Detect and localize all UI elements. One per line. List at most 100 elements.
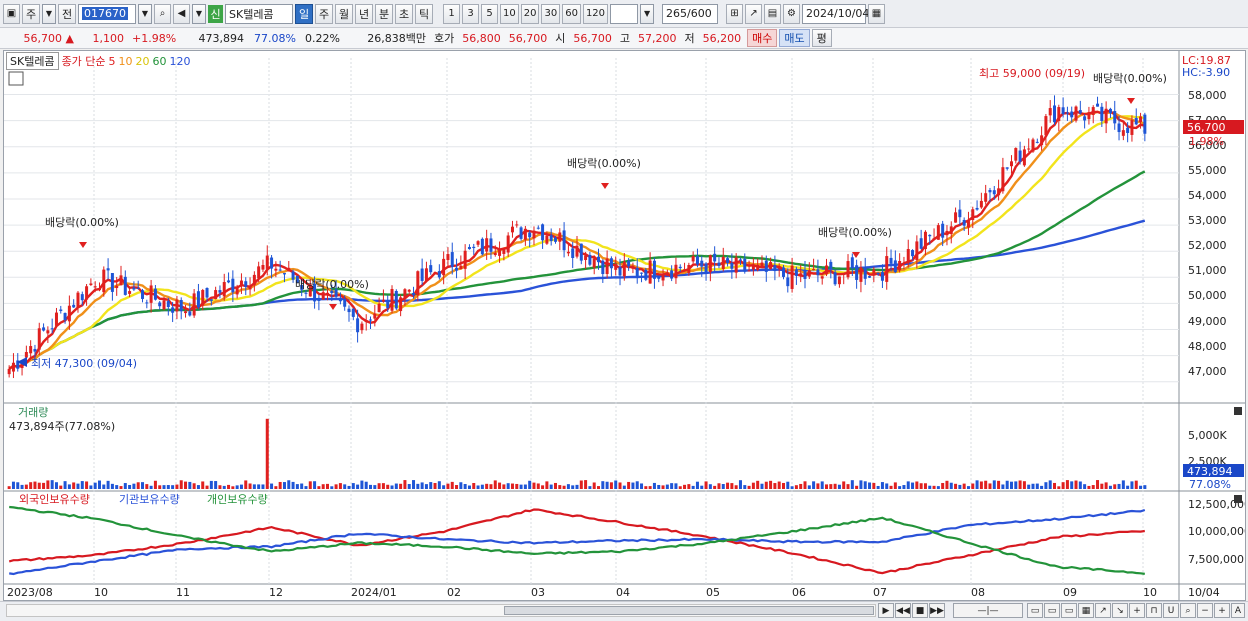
zoom-out-icon[interactable]: −	[1197, 603, 1213, 618]
candle-body	[923, 231, 927, 250]
volume-bar	[588, 486, 592, 489]
volume-bar	[979, 481, 983, 489]
font-size-icon[interactable]: A	[1231, 603, 1245, 618]
close-icon[interactable]	[1234, 407, 1242, 415]
volume-bar	[248, 483, 252, 489]
tab-yearly[interactable]: 년	[355, 3, 373, 24]
tab-second[interactable]: 초	[395, 3, 413, 24]
speaker-icon[interactable]: ◀	[173, 3, 190, 24]
chevron-down-icon[interactable]: ▼	[192, 3, 206, 24]
legend-ma-5[interactable]: 5	[109, 55, 116, 68]
candle-body	[966, 221, 970, 228]
volume-bar	[11, 481, 15, 489]
stock-chart-svg[interactable]: 배당락(0.00%) 배당락(0.00%) 배당락(0.00%) 배당락(0.00%)…	[4, 51, 1248, 601]
legend-ma-120[interactable]: 120	[170, 55, 191, 68]
tab-tick[interactable]: 틱	[415, 3, 433, 24]
interval-60[interactable]: 60	[562, 3, 581, 24]
period-toggle[interactable]: 주	[22, 3, 40, 24]
ruler-icon[interactable]: ⊓	[1146, 603, 1162, 618]
legend-ma-label[interactable]: 종가 단순	[62, 53, 106, 69]
candle-body	[459, 265, 463, 270]
search-icon[interactable]: ⌕	[154, 3, 171, 24]
legend-ma-10[interactable]: 10	[119, 55, 133, 68]
count-field[interactable]: 265/600	[662, 3, 719, 24]
custom-interval-input[interactable]	[610, 3, 639, 24]
volume-bar	[1005, 480, 1009, 489]
volume-bar	[257, 484, 261, 489]
legend-ma-20[interactable]: 20	[136, 55, 150, 68]
volume-bar	[386, 484, 390, 489]
candle-body	[1108, 108, 1112, 114]
candle-body	[850, 257, 854, 269]
scrollbar-thumb[interactable]	[504, 606, 874, 615]
volume-bar	[1022, 481, 1026, 489]
volume-bar	[46, 480, 50, 489]
candle-body	[962, 219, 966, 226]
interval-3[interactable]: 3	[462, 3, 479, 24]
draw-cross-icon[interactable]: +	[1129, 603, 1145, 618]
zoom-slider[interactable]: —|—	[953, 603, 1023, 618]
draw-tool-icon[interactable]: ↗	[745, 3, 763, 24]
candle-body	[790, 265, 794, 289]
volume-bar	[67, 484, 71, 489]
window-icon[interactable]: ▣	[3, 3, 20, 24]
candle-body	[738, 259, 742, 261]
candle-body	[179, 299, 183, 312]
interval-120[interactable]: 120	[582, 3, 609, 24]
chevron-down-icon[interactable]: ▼	[138, 3, 152, 24]
candle-body	[467, 246, 471, 250]
buy-button[interactable]: 매수	[747, 29, 778, 47]
volume-bar	[786, 481, 790, 489]
interval-10[interactable]: 10	[500, 3, 519, 24]
volume-bar	[863, 481, 867, 489]
gear-icon[interactable]: ⚙	[783, 3, 801, 24]
zoom-in-icon[interactable]: +	[1214, 603, 1230, 618]
legend-ma-60[interactable]: 60	[153, 55, 167, 68]
candle-type-icon[interactable]: ⊞	[726, 3, 744, 24]
tab-weekly[interactable]: 주	[315, 3, 333, 24]
volume-bar	[743, 485, 747, 489]
chart-scrollbar[interactable]	[6, 604, 876, 617]
tab-minute[interactable]: 분	[375, 3, 393, 24]
close-icon[interactable]	[1234, 495, 1242, 503]
interval-1[interactable]: 1	[443, 3, 460, 24]
draw-trend-icon[interactable]: ↘	[1112, 603, 1128, 618]
magnet-icon[interactable]: U	[1163, 603, 1179, 618]
interval-30[interactable]: 30	[541, 3, 561, 24]
grid-toggle-icon[interactable]	[8, 71, 24, 86]
search-icon[interactable]: ⌕	[1180, 603, 1196, 618]
calendar-icon[interactable]: ▦	[868, 3, 886, 24]
date-input[interactable]: 2024/10/04	[802, 3, 869, 24]
y-tick: 49,000	[1188, 315, 1227, 328]
chevron-down-icon[interactable]: ▼	[640, 3, 655, 24]
tab-daily[interactable]: 일	[295, 3, 313, 24]
legend-stock-name[interactable]: SK텔레콤	[6, 52, 59, 70]
stock-name-field[interactable]: SK텔레콤	[225, 3, 293, 24]
layout-icon-2[interactable]: ▭	[1044, 603, 1060, 618]
evaluation-button[interactable]: 평	[811, 29, 832, 47]
volume-bar	[661, 485, 665, 489]
chart-area[interactable]: 배당락(0.00%) 배당락(0.00%) 배당락(0.00%) 배당락(0.00%)…	[3, 50, 1248, 601]
interval-20[interactable]: 20	[520, 3, 540, 24]
volume-bar	[132, 483, 136, 489]
volume-bar	[287, 480, 291, 489]
scroll-right-icon[interactable]: ▶	[878, 603, 894, 618]
layout-icon-4[interactable]: ▦	[1078, 603, 1094, 618]
prev-button[interactable]: 전	[58, 3, 76, 24]
stock-code-input[interactable]: 017670	[78, 3, 136, 24]
volume-bar	[566, 484, 570, 489]
stop-icon[interactable]: ■	[912, 603, 928, 618]
candle-body	[278, 269, 282, 271]
layout-icon-1[interactable]: ▭	[1027, 603, 1043, 618]
tab-monthly[interactable]: 월	[335, 3, 353, 24]
volume-bar	[837, 484, 841, 489]
candle-body	[915, 241, 919, 260]
lock-icon[interactable]: ▤	[764, 3, 782, 24]
layout-icon-3[interactable]: ▭	[1061, 603, 1077, 618]
first-page-icon[interactable]: ◀◀	[895, 603, 911, 618]
last-page-icon[interactable]: ▶▶	[929, 603, 945, 618]
draw-line-icon[interactable]: ↗	[1095, 603, 1111, 618]
interval-5[interactable]: 5	[481, 3, 498, 24]
chevron-down-icon[interactable]: ▼	[42, 3, 56, 24]
sell-button[interactable]: 매도	[779, 29, 810, 47]
